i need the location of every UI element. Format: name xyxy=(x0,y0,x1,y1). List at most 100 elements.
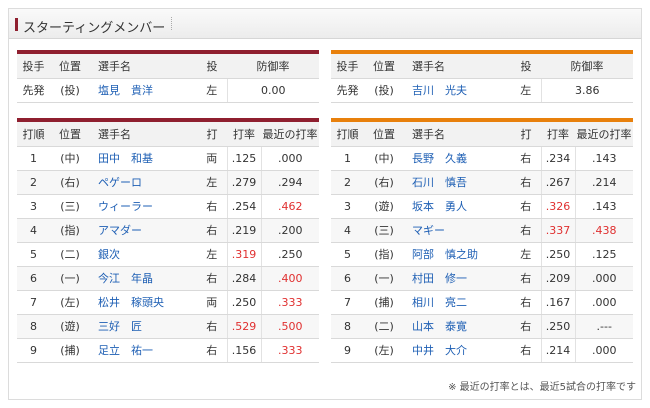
batter-row: 8 (遊) 三好 匠右 .529.500 xyxy=(17,314,319,339)
batting-order: 2 xyxy=(331,170,364,195)
bats-hand: 右 xyxy=(197,218,227,243)
bats-hand: 右 xyxy=(197,194,227,219)
pitcher-name-link[interactable]: 塩見 貴洋 xyxy=(90,78,197,103)
bats-hand: 右 xyxy=(511,218,541,243)
player-name-link[interactable]: 長野 久義 xyxy=(404,146,511,171)
batter-row: 8 (二) 山本 泰寛右 .250 .--- xyxy=(331,314,633,339)
player-name-link[interactable]: 阿部 慎之助 xyxy=(404,242,511,267)
col-player-name: 選手名 xyxy=(90,54,197,79)
col-throws: 投 xyxy=(197,54,227,79)
batting-average: .167 xyxy=(540,290,575,315)
batter-row: 2 (右) ペゲーロ左 .279.294 xyxy=(17,170,319,195)
fielding-position: (一) xyxy=(50,266,90,291)
batting-order: 5 xyxy=(17,242,50,267)
away-pitcher-row: 先発 (投) 吉川 光夫 左 3.86 xyxy=(331,78,633,103)
away-pitcher-header-row: 投手 位置 選手名 投 防御率 xyxy=(331,54,633,79)
col-bats: 打 xyxy=(197,122,227,147)
home-batting-order-table: 打順 位置 選手名 打 打率 最近の打率 1 (中) 田中 和基両 .125.000 2… xyxy=(17,122,319,363)
fielding-position: (中) xyxy=(50,146,90,171)
batting-average: .529 xyxy=(226,314,261,339)
batter-row: 1 (中) 田中 和基両 .125.000 xyxy=(17,146,319,171)
batting-average: .267 xyxy=(540,170,575,195)
batter-row: 3 (遊) 坂本 勇人右 .326.143 xyxy=(331,194,633,219)
batting-order: 4 xyxy=(17,218,50,243)
fielding-position: (三) xyxy=(364,218,404,243)
home-pitcher-header-row: 投手 位置 選手名 投 防御率 xyxy=(17,54,319,79)
recent-average: .250 xyxy=(260,242,319,267)
recent-average: .143 xyxy=(574,194,633,219)
fielding-position: (指) xyxy=(50,218,90,243)
col-order: 打順 xyxy=(331,122,364,147)
recent-average: .125 xyxy=(574,242,633,267)
pitcher-name-link[interactable]: 吉川 光夫 xyxy=(404,78,511,103)
batting-order: 5 xyxy=(331,242,364,267)
player-name-link[interactable]: 坂本 勇人 xyxy=(404,194,511,219)
bats-hand: 両 xyxy=(197,290,227,315)
player-name-link[interactable]: 相川 亮二 xyxy=(404,290,511,315)
batting-order: 7 xyxy=(331,290,364,315)
fielding-position: (二) xyxy=(364,314,404,339)
bats-hand: 左 xyxy=(197,170,227,195)
batting-average: .284 xyxy=(226,266,261,291)
batting-order: 4 xyxy=(331,218,364,243)
player-name-link[interactable]: 足立 祐一 xyxy=(90,338,197,363)
recent-average: .500 xyxy=(260,314,319,339)
bats-hand: 右 xyxy=(511,314,541,339)
player-name-link[interactable]: ウィーラー xyxy=(90,194,197,219)
batting-average: .326 xyxy=(540,194,575,219)
batting-average: .214 xyxy=(540,338,575,363)
away-batting-order-table: 打順 位置 選手名 打 打率 最近の打率 1 (中) 長野 久義右 .234.143 2… xyxy=(331,122,633,363)
recent-average: .200 xyxy=(260,218,319,243)
batter-row: 4 (三) マギー右 .337.438 xyxy=(331,218,633,243)
batting-average: .254 xyxy=(226,194,261,219)
pitcher-role: 先発 xyxy=(17,78,50,103)
batter-row: 6 (一) 今江 年晶右 .284.400 xyxy=(17,266,319,291)
col-average: 打率 xyxy=(227,122,261,147)
batting-order: 3 xyxy=(17,194,50,219)
fielding-position: (左) xyxy=(364,338,404,363)
pitcher-era: 0.00 xyxy=(226,78,319,103)
player-name-link[interactable]: 松井 稼頭央 xyxy=(90,290,197,315)
player-name-link[interactable]: 石川 慎吾 xyxy=(404,170,511,195)
batting-order: 2 xyxy=(17,170,50,195)
pitcher-role: 先発 xyxy=(331,78,364,103)
player-name-link[interactable]: 三好 匠 xyxy=(90,314,197,339)
fielding-position: (捕) xyxy=(364,290,404,315)
home-batting-header-row: 打順 位置 選手名 打 打率 最近の打率 xyxy=(17,122,319,147)
player-name-link[interactable]: 田中 和基 xyxy=(90,146,197,171)
fielding-position: (遊) xyxy=(50,314,90,339)
col-pitcher: 投手 xyxy=(17,54,50,79)
home-pitcher-table: 投手 位置 選手名 投 防御率 先発 (投) 塩見 貴洋 左 0.00 xyxy=(17,54,319,103)
batting-average: .234 xyxy=(540,146,575,171)
home-pitcher-row: 先発 (投) 塩見 貴洋 左 0.00 xyxy=(17,78,319,103)
header-divider xyxy=(171,17,174,30)
col-position: 位置 xyxy=(364,122,404,147)
bats-hand: 右 xyxy=(511,266,541,291)
player-name-link[interactable]: 今江 年晶 xyxy=(90,266,197,291)
batter-row: 5 (指) 阿部 慎之助左 .250.125 xyxy=(331,242,633,267)
pitcher-position: (投) xyxy=(50,78,90,103)
batting-average: .319 xyxy=(226,242,261,267)
player-name-link[interactable]: 中井 大介 xyxy=(404,338,511,363)
bats-hand: 右 xyxy=(197,338,227,363)
recent-average: .294 xyxy=(260,170,319,195)
fielding-position: (遊) xyxy=(364,194,404,219)
batting-order: 6 xyxy=(331,266,364,291)
recent-average: .143 xyxy=(574,146,633,171)
recent-average: .000 xyxy=(574,290,633,315)
player-name-link[interactable]: ペゲーロ xyxy=(90,170,197,195)
bats-hand: 右 xyxy=(511,170,541,195)
batter-row: 6 (一) 村田 修一右 .209.000 xyxy=(331,266,633,291)
fielding-position: (一) xyxy=(364,266,404,291)
player-name-link[interactable]: 銀次 xyxy=(90,242,197,267)
player-name-link[interactable]: アマダー xyxy=(90,218,197,243)
recent-average: .333 xyxy=(260,338,319,363)
player-name-link[interactable]: 山本 泰寛 xyxy=(404,314,511,339)
recent-average: .000 xyxy=(574,266,633,291)
recent-average: .400 xyxy=(260,266,319,291)
recent-average: .462 xyxy=(260,194,319,219)
player-name-link[interactable]: 村田 修一 xyxy=(404,266,511,291)
player-name-link[interactable]: マギー xyxy=(404,218,511,243)
fielding-position: (指) xyxy=(364,242,404,267)
bats-hand: 右 xyxy=(197,266,227,291)
